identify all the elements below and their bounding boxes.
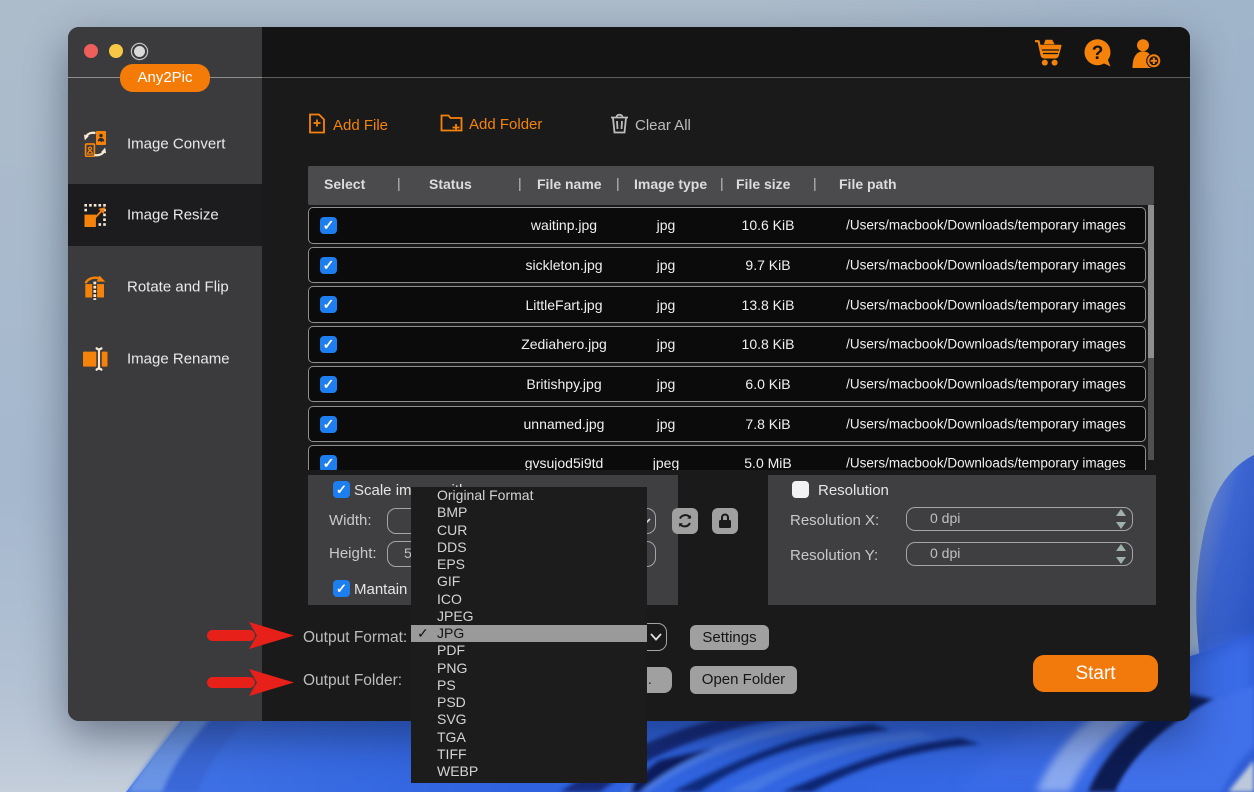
svg-text:?: ? [1092,43,1104,64]
